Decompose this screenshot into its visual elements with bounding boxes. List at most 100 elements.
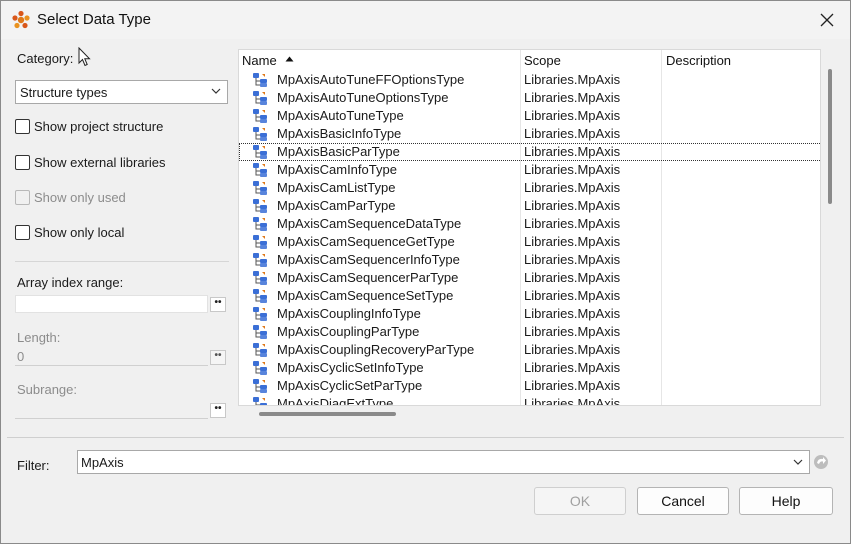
- list-item-name: MpAxisCamListType: [277, 180, 396, 195]
- column-header-name[interactable]: Name: [242, 53, 277, 68]
- column-header-scope[interactable]: Scope: [524, 53, 561, 68]
- subrange-browse-button[interactable]: ••: [210, 403, 226, 418]
- list-item-scope: Libraries.MpAxis: [524, 234, 621, 249]
- list-item-scope: Libraries.MpAxis: [524, 342, 621, 357]
- list-item-name: MpAxisDiagExtType: [277, 396, 394, 406]
- left-divider: [15, 261, 229, 262]
- structure-type-icon: [253, 253, 267, 267]
- list-item[interactable]: MpAxisCamParType Libraries.MpAxis: [239, 197, 820, 215]
- array-index-range-field[interactable]: [15, 295, 208, 313]
- list-item-name: MpAxisCamSequenceSetType: [277, 288, 454, 303]
- structure-type-icon: [253, 379, 267, 393]
- array-index-range-browse-button[interactable]: ••: [210, 297, 226, 312]
- list-item[interactable]: MpAxisBasicParType Libraries.MpAxis: [239, 143, 820, 161]
- show-project-structure-checkbox[interactable]: [15, 119, 30, 134]
- list-item[interactable]: MpAxisCouplingInfoType Libraries.MpAxis: [239, 305, 820, 323]
- list-item-name: MpAxisCamInfoType: [277, 162, 397, 177]
- list-item-name: MpAxisBasicParType: [277, 144, 400, 159]
- list-item[interactable]: MpAxisCyclicSetInfoType Libraries.MpAxis: [239, 359, 820, 377]
- structure-type-icon: [253, 325, 267, 339]
- length-browse-button: ••: [210, 350, 226, 365]
- list-item-name: MpAxisAutoTuneFFOptionsType: [277, 72, 465, 87]
- list-item-scope: Libraries.MpAxis: [524, 144, 621, 159]
- list-item[interactable]: MpAxisCamInfoType Libraries.MpAxis: [239, 161, 820, 179]
- column-header-description[interactable]: Description: [666, 53, 731, 68]
- list-item-scope: Libraries.MpAxis: [524, 198, 621, 213]
- list-item[interactable]: MpAxisCamSequenceSetType Libraries.MpAxis: [239, 287, 820, 305]
- list-item-scope: Libraries.MpAxis: [524, 396, 621, 406]
- app-logo-icon: [12, 10, 30, 29]
- list-item-scope: Libraries.MpAxis: [524, 288, 621, 303]
- list-item-name: MpAxisCouplingRecoveryParType: [277, 342, 475, 357]
- list-item[interactable]: MpAxisCamSequenceGetType Libraries.MpAxis: [239, 233, 820, 251]
- show-only-used-checkbox: [15, 190, 30, 205]
- list-item-scope: Libraries.MpAxis: [524, 90, 621, 105]
- show-only-local-label[interactable]: Show only local: [34, 225, 124, 240]
- structure-type-icon: [253, 181, 267, 195]
- list-item-name: MpAxisCyclicSetParType: [277, 378, 423, 393]
- cancel-button[interactable]: Cancel: [637, 487, 729, 515]
- list-item-name: MpAxisCouplingInfoType: [277, 306, 421, 321]
- show-external-libraries-checkbox[interactable]: [15, 155, 30, 170]
- ok-button[interactable]: OK: [534, 487, 626, 515]
- list-item-scope: Libraries.MpAxis: [524, 162, 621, 177]
- list-item-name: MpAxisCamParType: [277, 198, 396, 213]
- title-bar: Select Data Type: [1, 1, 850, 39]
- list-item-scope: Libraries.MpAxis: [524, 360, 621, 375]
- structure-type-icon: [253, 145, 267, 159]
- list-item-scope: Libraries.MpAxis: [524, 306, 621, 321]
- structure-type-icon: [253, 217, 267, 231]
- list-item-name: MpAxisCamSequencerParType: [277, 270, 459, 285]
- structure-type-icon: [253, 235, 267, 249]
- list-item-scope: Libraries.MpAxis: [524, 126, 621, 141]
- list-item-name: MpAxisBasicInfoType: [277, 126, 402, 141]
- list-item-scope: Libraries.MpAxis: [524, 378, 621, 393]
- list-item-scope: Libraries.MpAxis: [524, 72, 621, 87]
- list-item[interactable]: MpAxisCamListType Libraries.MpAxis: [239, 179, 820, 197]
- category-select[interactable]: Structure types: [15, 80, 228, 104]
- list-item[interactable]: MpAxisCamSequencerInfoType Libraries.MpAx…: [239, 251, 820, 269]
- category-label: Category:: [17, 51, 74, 66]
- structure-type-icon: [253, 343, 267, 357]
- list-item-name: MpAxisAutoTuneType: [277, 108, 404, 123]
- structure-type-icon: [253, 91, 267, 105]
- list-item[interactable]: MpAxisAutoTuneType Libraries.MpAxis: [239, 107, 820, 125]
- horizontal-scrollbar[interactable]: [259, 412, 396, 416]
- help-button[interactable]: Help: [739, 487, 833, 515]
- structure-type-icon: [253, 127, 267, 141]
- list-item-scope: Libraries.MpAxis: [524, 270, 621, 285]
- structure-type-icon: [253, 109, 267, 123]
- structure-type-icon: [253, 271, 267, 285]
- length-field: 0: [15, 348, 208, 366]
- list-item[interactable]: MpAxisBasicInfoType Libraries.MpAxis: [239, 125, 820, 143]
- subrange-label: Subrange:: [17, 382, 77, 397]
- list-item[interactable]: MpAxisDiagExtType Libraries.MpAxis: [239, 395, 820, 406]
- list-item[interactable]: MpAxisCamSequencerParType Libraries.MpAxi…: [239, 269, 820, 287]
- chevron-down-icon[interactable]: [793, 459, 803, 466]
- list-item-scope: Libraries.MpAxis: [524, 324, 621, 339]
- filter-value: MpAxis: [81, 455, 124, 470]
- structure-type-icon: [253, 289, 267, 303]
- data-type-list[interactable]: Name Scope Description MpAxisAutoTuneFFO…: [238, 49, 821, 406]
- apply-filter-icon[interactable]: [812, 453, 830, 471]
- window-title: Select Data Type: [37, 11, 151, 28]
- list-item[interactable]: MpAxisCamSequenceDataType Libraries.MpAxi…: [239, 215, 820, 233]
- list-item-name: MpAxisCamSequencerInfoType: [277, 252, 460, 267]
- list-item[interactable]: MpAxisCouplingRecoveryParType Libraries.M…: [239, 341, 820, 359]
- filter-input[interactable]: MpAxis: [77, 450, 810, 474]
- list-item-name: MpAxisCamSequenceDataType: [277, 216, 462, 231]
- select-data-type-dialog: Select Data Type Category: Structure typ…: [0, 0, 851, 544]
- list-item[interactable]: MpAxisAutoTuneFFOptionsType Libraries.MpA…: [239, 71, 820, 89]
- show-project-structure-label[interactable]: Show project structure: [34, 119, 163, 134]
- list-item[interactable]: MpAxisAutoTuneOptionsType Libraries.MpAxi…: [239, 89, 820, 107]
- show-only-local-checkbox[interactable]: [15, 225, 30, 240]
- list-item[interactable]: MpAxisCouplingParType Libraries.MpAxis: [239, 323, 820, 341]
- vertical-scrollbar[interactable]: [828, 69, 832, 204]
- close-button[interactable]: [804, 1, 850, 39]
- sort-ascending-icon: [285, 56, 294, 62]
- list-item[interactable]: MpAxisCyclicSetParType Libraries.MpAxis: [239, 377, 820, 395]
- show-external-libraries-label[interactable]: Show external libraries: [34, 155, 166, 170]
- list-item-name: MpAxisCamSequenceGetType: [277, 234, 455, 249]
- mouse-pointer-icon: [78, 47, 91, 67]
- length-label: Length:: [17, 330, 61, 345]
